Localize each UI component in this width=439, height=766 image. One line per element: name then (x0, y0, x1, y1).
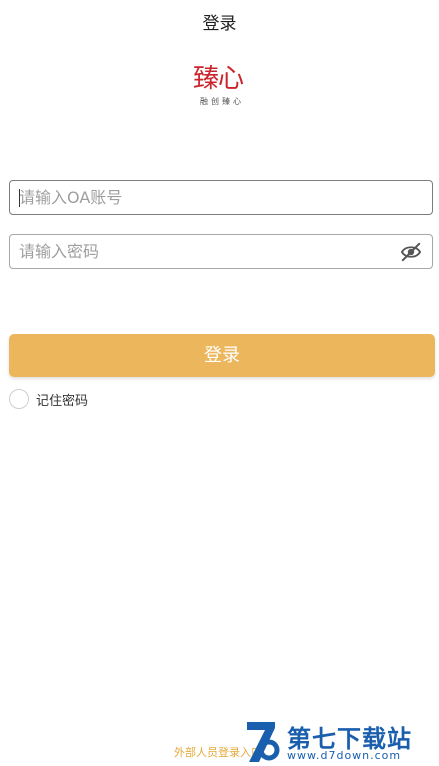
logo-slogan: 融创臻心 (200, 97, 244, 106)
login-button[interactable]: 登录 (9, 334, 435, 377)
remember-password-label: 记住密码 (36, 393, 89, 409)
remember-checkbox[interactable] (9, 389, 29, 409)
account-field[interactable] (9, 180, 433, 215)
logo-mark: 臻心 (193, 64, 244, 94)
account-input[interactable] (19, 181, 399, 214)
eye-slash-icon[interactable] (400, 242, 422, 262)
d7-logo-icon (247, 722, 280, 762)
watermark-url: www.d7down.com (287, 749, 402, 762)
password-field[interactable] (9, 234, 433, 269)
watermark: 第七下载站 www.d7down.com (245, 716, 439, 766)
page-title: 登录 (202, 14, 237, 34)
app-logo: 臻心 融创臻心 (188, 64, 256, 112)
remember-password-toggle[interactable]: 记住密码 (9, 388, 88, 410)
text-caret (19, 189, 20, 207)
password-input[interactable] (19, 235, 399, 268)
